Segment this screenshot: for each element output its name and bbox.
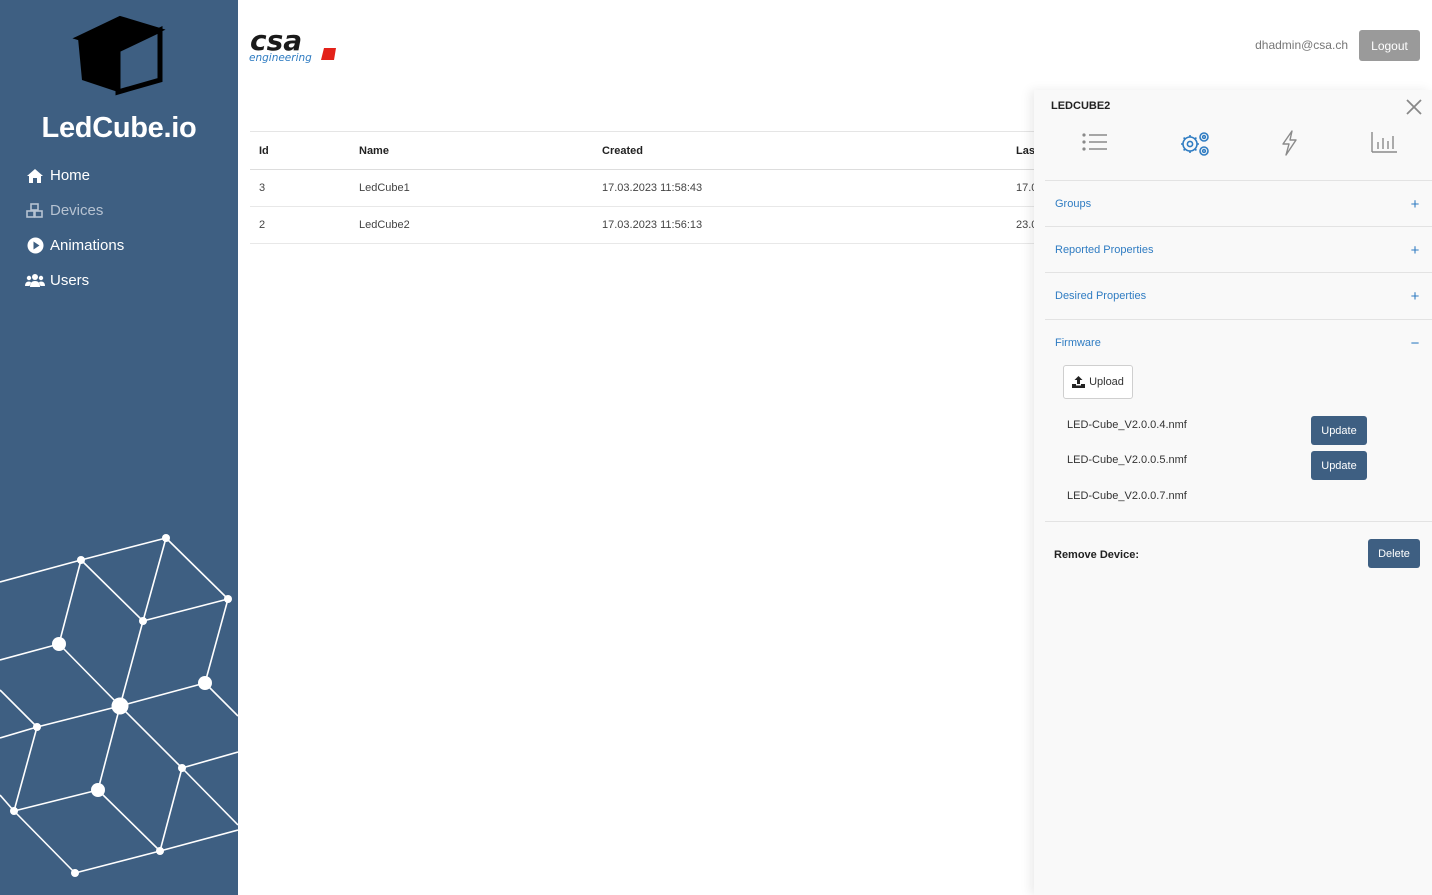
upload-icon <box>1072 376 1086 388</box>
close-icon[interactable] <box>1405 98 1423 116</box>
csa-engineering-logo: csa engineering <box>249 26 336 64</box>
logo-sub-text: engineering <box>249 52 312 64</box>
section-groups-header[interactable]: Groups + <box>1045 181 1432 227</box>
gears-icon[interactable] <box>1178 128 1212 158</box>
cell-name: LedCube2 <box>350 206 593 244</box>
cell-created: 17.03.2023 11:56:13 <box>593 206 1007 244</box>
sidebar-item-label: Devices <box>50 202 104 219</box>
brand-title: LedCube.io <box>41 112 197 144</box>
plus-icon: + <box>1410 241 1420 259</box>
sidebar-item-animations[interactable]: Animations <box>0 228 238 263</box>
panel-title: LEDCUBE2 <box>1051 100 1111 112</box>
user-email: dhadmin@csa.ch <box>1255 38 1348 52</box>
bolt-icon[interactable] <box>1275 128 1305 158</box>
section-reported-label: Reported Properties <box>1055 244 1154 256</box>
section-groups-label: Groups <box>1055 198 1092 210</box>
minus-icon: − <box>1410 334 1420 352</box>
network-decoration <box>0 534 238 877</box>
plus-icon: + <box>1410 287 1420 305</box>
panel-tabs <box>1034 128 1432 168</box>
firmware-file: LED-Cube_V2.0.0.4.nmf <box>1067 419 1187 431</box>
sidebar-item-home[interactable]: Home <box>0 158 238 193</box>
section-firmware-header[interactable]: Firmware − <box>1045 320 1432 366</box>
column-header-name[interactable]: Name <box>350 131 593 170</box>
upload-button[interactable]: Upload <box>1063 365 1133 399</box>
section-reported-header[interactable]: Reported Properties + <box>1045 227 1432 273</box>
home-icon <box>25 166 45 186</box>
table-row[interactable]: 2 LedCube2 17.03.2023 11:56:13 23.0 <box>250 206 1040 244</box>
update-button[interactable]: Update <box>1311 416 1367 445</box>
section-reported-properties: Reported Properties + <box>1045 226 1432 273</box>
sidebar-item-label: Home <box>50 167 91 184</box>
table-header-row: Id Name Created Last <box>250 131 1040 170</box>
column-header-id[interactable]: Id <box>250 131 350 170</box>
remove-device-label: Remove Device: <box>1054 549 1139 561</box>
devices-table: Id Name Created Last 3 LedCube1 17.03.20… <box>250 131 1040 244</box>
table-row[interactable]: 3 LedCube1 17.03.2023 11:58:43 17.0 <box>250 169 1040 207</box>
sidebar-item-devices[interactable]: Devices <box>0 193 238 228</box>
section-desired-label: Desired Properties <box>1055 290 1147 302</box>
sidebar-nav: Home Devices Animations Users <box>0 158 238 298</box>
sidebar-item-users[interactable]: Users <box>0 263 238 298</box>
section-desired-properties: Desired Properties + <box>1045 272 1432 319</box>
cell-id: 2 <box>250 206 350 244</box>
cell-created: 17.03.2023 11:58:43 <box>593 169 1007 207</box>
device-detail-panel: LEDCUBE2 Groups + Reported Properties + … <box>1034 90 1432 895</box>
upload-label: Upload <box>1089 376 1124 388</box>
plus-icon: + <box>1410 195 1420 213</box>
cell-id: 3 <box>250 169 350 207</box>
delete-button[interactable]: Delete <box>1368 539 1420 568</box>
list-icon[interactable] <box>1080 128 1110 158</box>
chart-icon[interactable] <box>1369 128 1399 158</box>
firmware-file: LED-Cube_V2.0.0.7.nmf <box>1067 490 1187 502</box>
section-firmware-label: Firmware <box>1055 337 1101 349</box>
cell-name: LedCube1 <box>350 169 593 207</box>
section-desired-header[interactable]: Desired Properties + <box>1045 273 1432 319</box>
users-icon <box>25 271 45 291</box>
sidebar-item-label: Users <box>50 272 90 289</box>
section-groups: Groups + <box>1045 180 1432 227</box>
column-header-created[interactable]: Created <box>593 131 1007 170</box>
cubes-icon <box>25 201 45 221</box>
logout-button[interactable]: Logout <box>1359 30 1420 61</box>
update-button[interactable]: Update <box>1311 451 1367 480</box>
firmware-file: LED-Cube_V2.0.0.5.nmf <box>1067 454 1187 466</box>
cube-logo-icon <box>72 15 166 96</box>
sidebar-item-label: Animations <box>50 237 125 254</box>
play-circle-icon <box>25 236 45 256</box>
sidebar: LedCube.io Home Devices Animations Users <box>0 0 238 895</box>
